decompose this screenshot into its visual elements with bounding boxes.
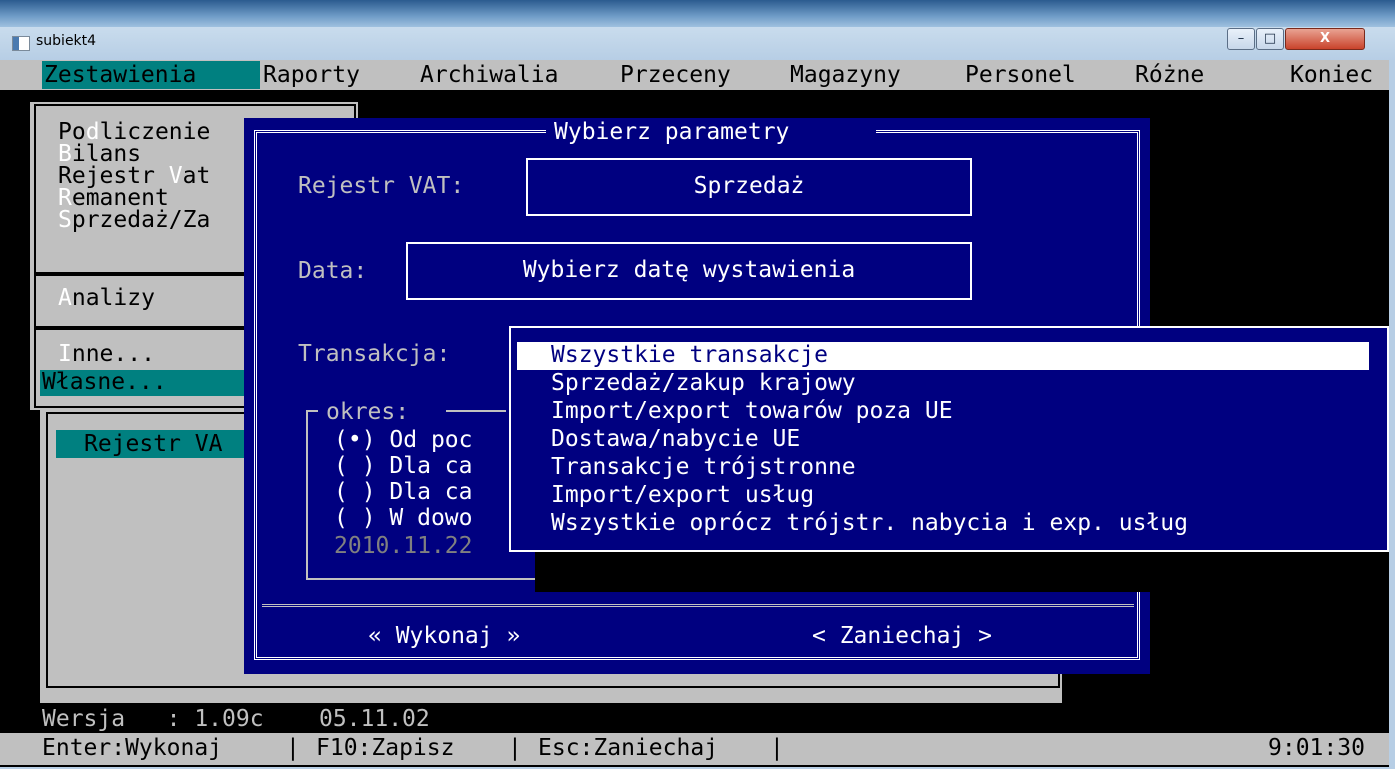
status-separator: | <box>770 735 784 761</box>
dropdown-option[interactable]: Wszystkie transakcje <box>551 341 828 369</box>
radio-od-poczatku[interactable]: (•) Od poc <box>334 426 473 454</box>
radio-dla-calego-2[interactable]: ( ) Dla ca <box>334 478 473 506</box>
menu-archiwalia[interactable]: Archiwalia <box>420 61 558 89</box>
menu-item-inne[interactable]: Inne... <box>58 340 155 368</box>
menu-item-wlasne[interactable]: Własne... <box>42 368 167 396</box>
maximize-button[interactable]: □ <box>1256 28 1284 50</box>
okres-label: okres: <box>326 399 410 425</box>
desktop-strip <box>0 0 1395 27</box>
radio-w-dowolnym[interactable]: ( ) W dowo <box>334 504 473 532</box>
menu-zestawienia[interactable]: Zestawienia <box>44 61 196 89</box>
dialog-title: Wybierz parametry <box>554 119 790 145</box>
data-label: Data: <box>298 258 368 284</box>
radio-dla-calego-1[interactable]: ( ) Dla ca <box>334 452 473 480</box>
dialog-separator <box>262 604 1134 610</box>
dropdown-option[interactable]: Import/export towarów poza UE <box>551 397 953 425</box>
menu-raporty[interactable]: Raporty <box>263 61 360 89</box>
version-line: Wersja : 1.09c 05.11.02 <box>42 706 430 732</box>
rejestr-field[interactable]: Sprzedaż <box>526 158 972 216</box>
dropdown-shadow <box>535 552 1389 592</box>
dropdown-option[interactable]: Dostawa/nabycie UE <box>551 425 800 453</box>
title-bar[interactable] <box>0 27 1395 60</box>
status-clock: 9:01:30 <box>1268 735 1365 761</box>
menu-koniec[interactable]: Koniec <box>1290 61 1373 89</box>
minimize-button[interactable]: – <box>1227 28 1255 50</box>
menu-magazyny[interactable]: Magazyny <box>790 61 901 89</box>
menu-przeceny[interactable]: Przeceny <box>620 61 731 89</box>
window-frame-right <box>1389 60 1395 769</box>
dropdown-option[interactable]: Wszystkie oprócz trójstr. nabycia i exp.… <box>551 509 1188 537</box>
execute-button[interactable]: « Wykonaj » <box>368 622 520 650</box>
app-icon <box>12 36 30 51</box>
window-title: subiekt4 <box>36 33 97 49</box>
menu-rozne[interactable]: Różne <box>1135 61 1204 89</box>
date-value[interactable]: 2010.11.22 <box>334 532 472 560</box>
status-esc[interactable]: Esc:Zaniechaj <box>538 734 718 762</box>
status-enter[interactable]: Enter:Wykonaj <box>42 734 222 762</box>
menu-personel[interactable]: Personel <box>965 61 1076 89</box>
close-button[interactable]: X <box>1285 28 1365 50</box>
transakcja-label: Transakcja: <box>298 341 451 367</box>
status-f10[interactable]: F10:Zapisz <box>316 734 454 762</box>
dropdown-option[interactable]: Transakcje trójstronne <box>551 453 856 481</box>
status-separator: | <box>508 735 522 761</box>
status-separator: | <box>286 735 300 761</box>
menu-item-analizy[interactable]: Analizy <box>58 284 155 312</box>
submenu-item-rejestr-vat[interactable]: Rejestr VA <box>84 430 222 458</box>
okres-box-top-left <box>306 410 318 412</box>
menu-item-sprzedaz[interactable]: Sprzedaż/Za <box>58 206 210 234</box>
cancel-button[interactable]: < Zaniechaj > <box>812 622 992 650</box>
data-field[interactable]: Wybierz datę wystawienia <box>406 242 972 300</box>
dropdown-option[interactable]: Sprzedaż/zakup krajowy <box>551 369 856 397</box>
rejestr-label: Rejestr VAT: <box>298 173 465 199</box>
dropdown-option[interactable]: Import/export usług <box>551 481 814 509</box>
okres-box-top-right <box>446 410 506 412</box>
